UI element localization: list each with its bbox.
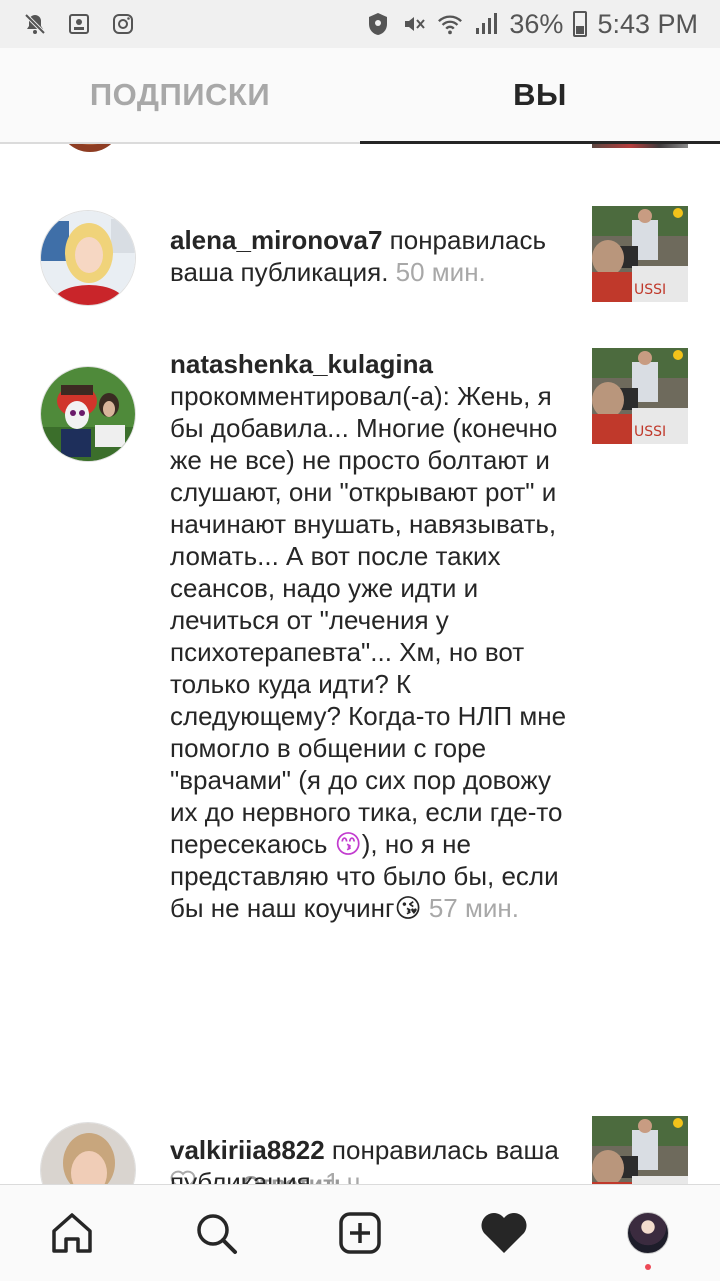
contacts-app-icon: [66, 11, 92, 37]
status-left-icons: [22, 11, 136, 37]
post-thumbnail[interactable]: [592, 144, 688, 148]
timestamp: 57 мин.: [421, 893, 519, 923]
battery-percent: 36%: [509, 8, 564, 39]
home-icon[interactable]: [37, 1198, 107, 1268]
avatar: [627, 1212, 669, 1254]
tab-following[interactable]: ПОДПИСКИ: [0, 48, 360, 142]
avatar[interactable]: [40, 210, 136, 306]
timestamp: 50 мин.: [388, 257, 486, 287]
new-post-icon[interactable]: [325, 1198, 395, 1268]
status-bar: 36% 5:43 PM: [0, 0, 720, 48]
status-right-icons: 36% 5:43 PM: [365, 9, 698, 40]
post-thumbnail[interactable]: USSI: [592, 206, 688, 302]
comment-text: прокомментировал(-а): Жень, я бы добавил…: [170, 381, 567, 859]
bottom-navigation: [0, 1184, 720, 1281]
tab-you[interactable]: ВЫ: [360, 48, 720, 142]
avatar[interactable]: [40, 366, 136, 462]
activity-feed[interactable]: alena_mironova7 понравилась ваша публика…: [0, 144, 720, 1184]
kiss-emoji: 😙: [334, 829, 362, 859]
post-thumbnail[interactable]: [592, 1116, 688, 1184]
notification-dot: [645, 1264, 651, 1270]
activity-tabs: ПОДПИСКИ ВЫ: [0, 48, 720, 144]
avatar[interactable]: [40, 1122, 136, 1184]
username[interactable]: valkiriia8822: [170, 1135, 325, 1165]
instagram-icon: [110, 11, 136, 37]
svg-text:USSI: USSI: [634, 424, 666, 440]
profile-avatar[interactable]: [613, 1198, 683, 1270]
notifications-muted-icon: [22, 11, 48, 37]
wifi-icon: [437, 11, 463, 37]
post-thumbnail[interactable]: USSI: [592, 348, 688, 444]
search-icon[interactable]: [181, 1198, 251, 1268]
username[interactable]: alena_mironova7: [170, 225, 382, 255]
avatar[interactable]: [58, 144, 122, 152]
svg-text:USSI: USSI: [634, 282, 666, 298]
security-icon: [365, 11, 391, 37]
notification-text: alena_mironova7 понравилась ваша публика…: [170, 224, 570, 288]
notification-text: natashenka_kulagina прокомментировал(-а)…: [170, 348, 570, 924]
signal-icon: [473, 11, 499, 37]
mute-icon: [401, 11, 427, 37]
timestamp: 1 ч.: [317, 1167, 368, 1184]
clock: 5:43 PM: [597, 8, 698, 39]
username[interactable]: natashenka_kulagina: [170, 349, 433, 379]
battery-icon: [573, 11, 588, 37]
activity-heart-icon[interactable]: [469, 1198, 539, 1268]
notification-text: valkiriia8822 понравилась ваша публикаци…: [170, 1134, 570, 1184]
